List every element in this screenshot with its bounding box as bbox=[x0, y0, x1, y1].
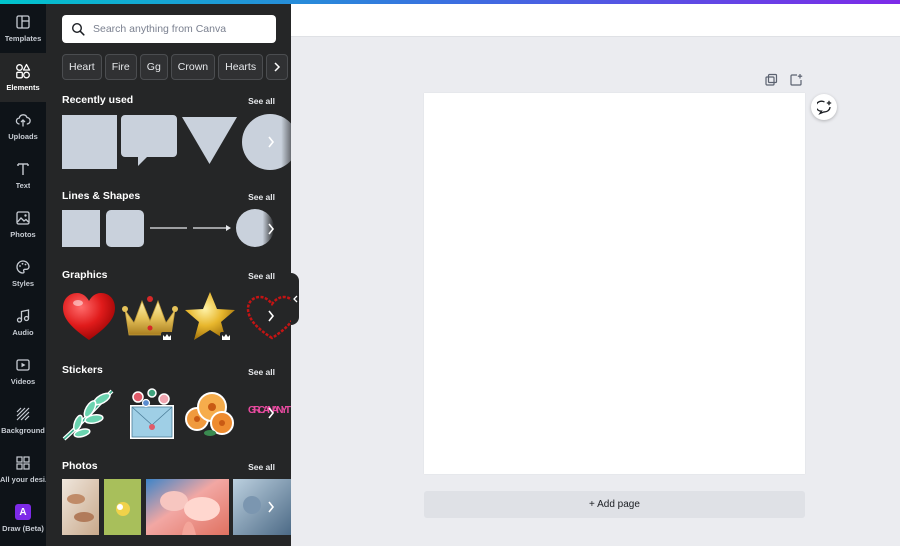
photos-next-button[interactable] bbox=[259, 495, 283, 519]
text-icon bbox=[17, 163, 29, 175]
premium-crown-badge bbox=[220, 332, 232, 342]
rail-label: Videos bbox=[10, 377, 36, 386]
stickers-next-button[interactable] bbox=[259, 401, 283, 425]
editor-header bbox=[291, 4, 900, 37]
rail-label: Styles bbox=[11, 279, 35, 288]
graphics-row bbox=[62, 288, 291, 344]
lines-next-button[interactable] bbox=[259, 217, 283, 241]
chip-crown[interactable]: Crown bbox=[170, 54, 216, 80]
video-icon bbox=[16, 359, 30, 371]
palette-icon bbox=[16, 260, 30, 274]
rail-item-styles[interactable]: Styles bbox=[0, 249, 46, 298]
rail-label: Uploads bbox=[8, 132, 38, 141]
envelope-flowers-sticker bbox=[130, 388, 174, 439]
recent-shapes bbox=[62, 114, 291, 170]
see-all-lines-link[interactable]: See all bbox=[248, 192, 275, 202]
chevron-right-icon bbox=[268, 501, 275, 513]
stickers-items: GIR CAN ANYT bbox=[62, 388, 291, 441]
triangle-shape bbox=[182, 117, 237, 164]
upload-cloud-icon bbox=[15, 114, 31, 127]
chevron-right-icon bbox=[268, 136, 275, 148]
rail-label: Text bbox=[15, 181, 31, 190]
draw-icon: A bbox=[15, 504, 31, 520]
see-all-photos-link[interactable]: See all bbox=[248, 462, 275, 472]
section-title-recent: Recently used bbox=[62, 94, 134, 106]
section-title-lines: Lines & Shapes bbox=[62, 190, 141, 202]
photo-thumbnail bbox=[62, 479, 99, 535]
add-page-icon[interactable] bbox=[789, 73, 803, 87]
recent-row bbox=[62, 114, 291, 170]
grid-icon bbox=[16, 456, 30, 470]
rail-item-templates[interactable]: Templates bbox=[0, 4, 46, 53]
left-rail: Templates Elements Uploads Text Photos S… bbox=[0, 4, 46, 546]
chip-hearts[interactable]: Hearts bbox=[218, 54, 264, 80]
stickers-row: GIR CAN ANYT bbox=[62, 385, 291, 441]
templates-icon bbox=[16, 15, 30, 29]
rail-label: Audio bbox=[12, 328, 34, 337]
rail-item-background[interactable]: Background bbox=[0, 396, 46, 445]
design-page[interactable] bbox=[424, 93, 805, 474]
section-title-graphics: Graphics bbox=[62, 269, 108, 281]
rail-label: Background bbox=[1, 426, 45, 435]
search-icon bbox=[71, 22, 85, 36]
photo-thumbnail bbox=[146, 479, 229, 535]
add-comment-button[interactable] bbox=[811, 94, 837, 120]
section-title-photos: Photos bbox=[62, 460, 98, 472]
chevron-right-icon bbox=[268, 310, 275, 322]
see-all-stickers-link[interactable]: See all bbox=[248, 367, 275, 377]
background-icon bbox=[16, 407, 30, 421]
rail-item-text[interactable]: Text bbox=[0, 151, 46, 200]
rail-item-photos[interactable]: Photos bbox=[0, 200, 46, 249]
square-shape bbox=[62, 210, 100, 247]
chip-gg[interactable]: Gg bbox=[139, 54, 168, 80]
see-all-recent-link[interactable]: See all bbox=[248, 96, 275, 106]
collapse-panel-button[interactable] bbox=[291, 273, 299, 325]
duplicate-page-icon[interactable] bbox=[764, 73, 778, 87]
leaf-branch-sticker bbox=[62, 389, 114, 441]
photos-row bbox=[62, 479, 291, 535]
rail-label: All your desi... bbox=[0, 475, 46, 484]
photo-icon bbox=[16, 211, 30, 225]
rail-item-videos[interactable]: Videos bbox=[0, 347, 46, 396]
lines-row bbox=[62, 209, 291, 249]
red-heart-graphic bbox=[63, 293, 115, 340]
graphics-items bbox=[63, 292, 291, 342]
speech-bubble-shape bbox=[121, 115, 177, 166]
rail-item-audio[interactable]: Audio bbox=[0, 298, 46, 347]
elements-icon bbox=[16, 63, 31, 79]
rail-item-elements[interactable]: Elements bbox=[0, 53, 46, 102]
section-title-stickers: Stickers bbox=[62, 364, 103, 376]
search-input[interactable] bbox=[93, 23, 273, 35]
lines-shapes bbox=[62, 209, 274, 247]
chevron-right-icon bbox=[268, 223, 275, 235]
chip-heart[interactable]: Heart bbox=[62, 54, 102, 80]
elements-panel: HeartFireGgCrownHearts Recently used See… bbox=[46, 4, 291, 546]
rail-item-uploads[interactable]: Uploads bbox=[0, 102, 46, 151]
chevron-right-icon bbox=[274, 62, 281, 72]
chevron-left-icon bbox=[292, 295, 297, 303]
rail-item-draw[interactable]: A Draw (Beta) bbox=[0, 494, 46, 543]
suggestion-chips: Heart Fire Gg Crown Hearts bbox=[62, 54, 291, 82]
rail-label: Photos bbox=[10, 230, 36, 239]
chip-fire[interactable]: Fire bbox=[104, 54, 137, 80]
music-note-icon bbox=[16, 309, 30, 323]
rail-label: Templates bbox=[4, 34, 42, 43]
orange-flowers-sticker bbox=[185, 392, 234, 436]
add-page-button[interactable]: + Add page bbox=[424, 491, 805, 518]
premium-crown-badge bbox=[161, 332, 173, 342]
chevron-right-icon bbox=[268, 407, 275, 419]
comment-add-icon bbox=[816, 100, 831, 115]
square-shape bbox=[62, 115, 117, 169]
chips-next-button[interactable] bbox=[266, 54, 289, 80]
rail-item-all-designs[interactable]: All your desi... bbox=[0, 445, 46, 494]
photo-thumbnail bbox=[104, 479, 141, 535]
graphics-next-button[interactable] bbox=[259, 304, 283, 328]
rounded-square-shape bbox=[106, 210, 144, 247]
rail-label: Elements bbox=[6, 83, 40, 92]
recent-next-button[interactable] bbox=[259, 130, 283, 154]
rail-label: Draw (Beta) bbox=[2, 524, 44, 533]
see-all-graphics-link[interactable]: See all bbox=[248, 271, 275, 281]
search-box[interactable] bbox=[62, 15, 276, 43]
photos-items bbox=[62, 479, 291, 535]
